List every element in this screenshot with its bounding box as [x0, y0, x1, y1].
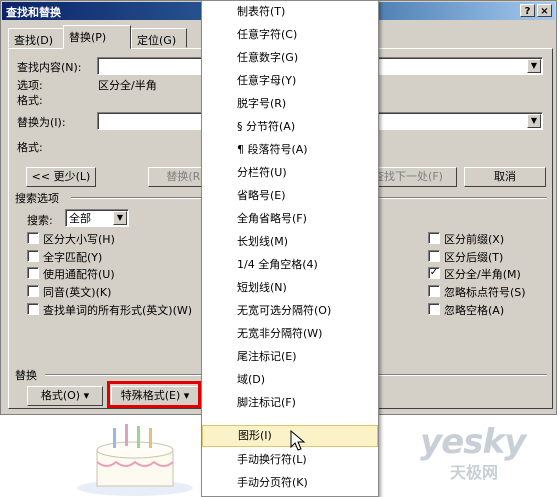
- menu-item-section-mark[interactable]: § 分节符(A): [202, 116, 378, 138]
- checkbox[interactable]: ✓: [428, 267, 440, 279]
- checkbox-label: 同音(英文)(K): [43, 286, 112, 299]
- checkbox-label: 区分大小写(H): [43, 233, 115, 246]
- checkbox[interactable]: [428, 250, 440, 262]
- menu-item-paragraph-mark[interactable]: ¶ 段落符号(A): [202, 139, 378, 161]
- menu-item-any-char[interactable]: 任意字符(C): [202, 24, 378, 46]
- dialog-title: 查找和替换: [6, 6, 61, 19]
- checkbox-label: 忽略标点符号(S): [444, 286, 526, 299]
- tab-goto[interactable]: 定位(G): [131, 28, 187, 48]
- find-format-label: 格式:: [17, 94, 43, 107]
- replace-section-label: 替换: [15, 369, 37, 382]
- menu-item-tab-char[interactable]: 制表符(T): [202, 1, 378, 23]
- checkbox[interactable]: [428, 232, 440, 244]
- checkbox-label: 区分前缀(X): [444, 233, 505, 246]
- checkbox-label: 全字匹配(Y): [43, 251, 103, 264]
- replace-history-dropdown[interactable]: ▼: [527, 114, 541, 128]
- options-label: 选项:: [17, 79, 43, 92]
- checkbox-label: 忽略空格(A): [444, 304, 505, 317]
- checkbox-label: 使用通配符(U): [43, 268, 115, 281]
- options-value: 区分全/半角: [98, 79, 157, 92]
- checkbox[interactable]: [428, 303, 440, 315]
- checkbox-label: 查找单词的所有形式(英文)(W): [43, 304, 193, 317]
- help-button[interactable]: ?: [520, 4, 535, 17]
- tab-find[interactable]: 查找(D): [8, 28, 65, 48]
- menu-item-fullwidth-ellipsis[interactable]: 全角省略号(F): [202, 208, 378, 230]
- menu-item-ellipsis[interactable]: 省略号(E): [202, 185, 378, 207]
- highlight-annotation: [107, 381, 201, 408]
- checkbox[interactable]: [27, 250, 39, 262]
- search-direction-dropdown[interactable]: ▼: [113, 211, 127, 225]
- replace-label: 替换为(I):: [17, 116, 66, 129]
- checkbox-label: 区分后缀(T): [444, 251, 504, 264]
- yesky-watermark: yesky 天极网: [420, 422, 526, 483]
- find-history-dropdown[interactable]: ▼: [527, 59, 541, 73]
- menu-item-zero-width-optional-break[interactable]: 无宽可选分隔符(O): [202, 300, 378, 322]
- search-direction-label: 搜索:: [27, 214, 53, 227]
- chevron-down-icon: ▼: [530, 116, 538, 125]
- menu-item-footnote-mark[interactable]: 脚注标记(F): [202, 392, 378, 414]
- menu-item-em-dash[interactable]: 长划线(M): [202, 231, 378, 253]
- cancel-button[interactable]: 取消: [464, 167, 546, 187]
- search-options-label: 搜索选项: [15, 192, 59, 205]
- menu-item-quarter-em-space[interactable]: 1/4 全角空格(4): [202, 254, 378, 276]
- checkbox-label: 区分全/半角(M): [444, 268, 521, 281]
- menu-item-any-digit[interactable]: 任意数字(G): [202, 47, 378, 69]
- find-label: 查找内容(N):: [17, 61, 82, 74]
- format-button[interactable]: 格式(O) ▾: [27, 386, 103, 406]
- menu-item-manual-line-break[interactable]: 手动换行符(L): [202, 449, 378, 471]
- menu-item-column-break[interactable]: 分栏符(U): [202, 162, 378, 184]
- tab-replace[interactable]: 替换(P): [63, 25, 131, 49]
- search-direction-value: 全部: [69, 212, 91, 225]
- chevron-down-icon: ▼: [116, 213, 124, 222]
- less-button[interactable]: << 更少(L): [26, 167, 96, 187]
- replace-format-label: 格式:: [17, 141, 43, 154]
- checkbox[interactable]: [27, 303, 39, 315]
- watermark-brand: yesky: [420, 422, 526, 462]
- watermark-sub: 天极网: [450, 463, 499, 482]
- menu-item-en-dash[interactable]: 短划线(N): [202, 277, 378, 299]
- menu-item-zero-width-non-break[interactable]: 无宽非分隔符(W): [202, 323, 378, 345]
- checkbox[interactable]: [27, 232, 39, 244]
- cake-image: [77, 424, 193, 496]
- close-button[interactable]: ×: [537, 4, 552, 17]
- checkbox[interactable]: [27, 285, 39, 297]
- menu-item-endnote-mark[interactable]: 尾注标记(E): [202, 346, 378, 368]
- cursor-arrow-icon: [290, 430, 306, 451]
- special-format-menu: 制表符(T) 任意字符(C) 任意数字(G) 任意字母(Y) 脱字号(R) § …: [201, 0, 379, 497]
- chevron-down-icon: ▼: [530, 61, 538, 70]
- menu-item-caret[interactable]: 脱字号(R): [202, 93, 378, 115]
- menu-item-any-letter[interactable]: 任意字母(Y): [202, 70, 378, 92]
- checkmark-icon: ✓: [429, 267, 439, 278]
- checkbox[interactable]: [27, 267, 39, 279]
- checkbox[interactable]: [428, 285, 440, 297]
- menu-item-manual-page-break[interactable]: 手动分页符(K): [202, 472, 378, 494]
- menu-item-field[interactable]: 域(D): [202, 369, 378, 391]
